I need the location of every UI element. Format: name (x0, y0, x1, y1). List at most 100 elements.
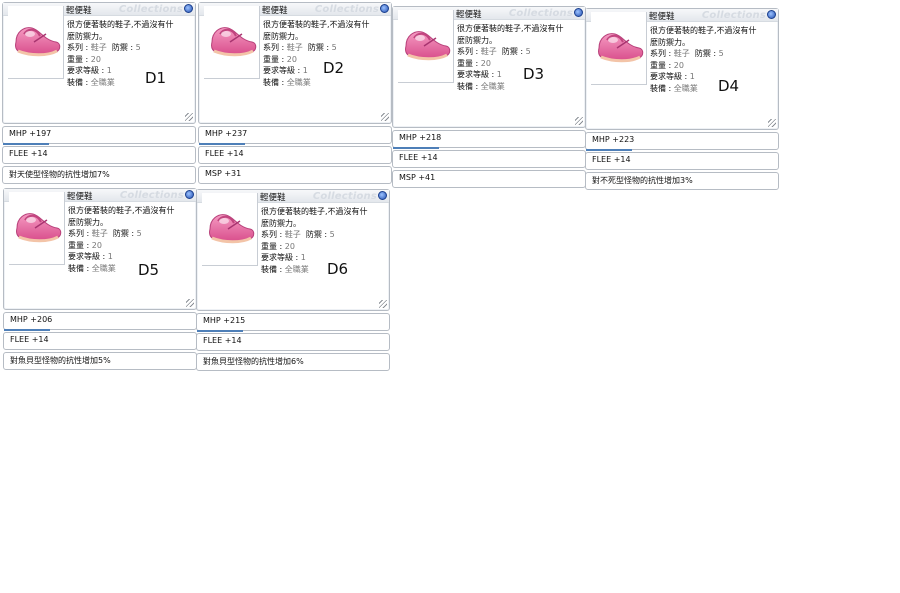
card-tag: D4 (718, 77, 740, 95)
item-card-d3: 輕便鞋 Collections 很方便著裝的鞋子,不過沒有什 麼防禦力。 系列 … (392, 6, 586, 188)
stat-row: MSP +41 (392, 170, 586, 188)
resize-grip-icon[interactable] (381, 113, 389, 121)
item-description: 很方便著裝的鞋子,不過沒有什 麼防禦力。 系列 : 鞋子 防禦 : 5 重量 :… (68, 205, 194, 274)
close-icon[interactable] (185, 190, 194, 199)
level-line: 要求等級 : 1 (457, 70, 502, 79)
item-tooltip-window: 輕便鞋 Collections 很方便著裝的鞋子,不過沒有什 麼防禦力。 系列 … (2, 2, 196, 124)
equip-line: 裝備 : 全職業 (67, 77, 115, 87)
equip-line: 裝備 : 全職業 (263, 77, 311, 87)
desc-line: 麼防禦力。 (68, 217, 108, 227)
card-tag: D1 (145, 69, 167, 87)
item-card-d6: 輕便鞋 Collections 很方便著裝的鞋子,不過沒有什 麼防禦力。 系列 … (196, 189, 390, 371)
close-icon[interactable] (378, 191, 387, 200)
stat-row: MHP +197 (2, 126, 196, 145)
stat-row: 對魚貝型怪物的抗性增加6% (196, 353, 390, 371)
collections-watermark: Collections (701, 10, 766, 21)
collections-watermark: Collections (312, 191, 377, 202)
stat-row: FLEE +14 (3, 332, 197, 350)
stat-row: FLEE +14 (2, 146, 196, 164)
item-name: 輕便鞋 (260, 193, 286, 203)
item-description: 很方便著裝的鞋子,不過沒有什 麼防禦力。 系列 : 鞋子 防禦 : 5 重量 :… (457, 23, 583, 92)
item-image-frame (591, 12, 647, 85)
weight-line: 重量 : 20 (457, 58, 491, 68)
collections-watermark: Collections (118, 4, 183, 15)
series-defense-line: 系列 : 鞋子 防禦 : 5 (650, 49, 724, 58)
stat-row: FLEE +14 (198, 146, 392, 164)
item-name: 輕便鞋 (67, 192, 93, 202)
resize-grip-icon[interactable] (768, 119, 776, 127)
series-defense-line: 系列 : 鞋子 防禦 : 5 (68, 229, 142, 238)
desc-line: 很方便著裝的鞋子,不過沒有什 (457, 24, 564, 33)
item-description: 很方便著裝的鞋子,不過沒有什 麼防禦力。 系列 : 鞋子 防禦 : 5 重量 :… (650, 25, 776, 94)
equip-line: 裝備 : 全職業 (457, 81, 505, 91)
weight-line: 重量 : 20 (261, 241, 295, 251)
equip-line: 裝備 : 全職業 (68, 263, 116, 273)
desc-line: 麼防禦力。 (67, 31, 107, 41)
desc-line: 麼防禦力。 (263, 31, 303, 41)
level-line: 要求等級 : 1 (68, 252, 113, 261)
item-image-frame (9, 192, 65, 265)
shoe-icon (206, 20, 258, 60)
stat-row: 對天使型怪物的抗性增加7% (2, 166, 196, 184)
item-tooltip-window: 輕便鞋 Collections 很方便著裝的鞋子,不過沒有什 麼防禦力。 系列 … (392, 6, 586, 128)
collections-watermark: Collections (119, 190, 184, 201)
shoe-icon (11, 206, 63, 246)
stat-row: 對魚貝型怪物的抗性增加5% (3, 352, 197, 370)
item-tooltip-window: 輕便鞋 Collections 很方便著裝的鞋子,不過沒有什 麼防禦力。 系列 … (198, 2, 392, 124)
item-name: 輕便鞋 (456, 10, 482, 20)
shoe-icon (204, 207, 256, 247)
stat-row: MHP +237 (198, 126, 392, 145)
desc-line: 很方便著裝的鞋子,不過沒有什 (263, 20, 370, 29)
stat-row: FLEE +14 (392, 150, 586, 168)
equip-line: 裝備 : 全職業 (650, 83, 698, 93)
item-tooltip-window: 輕便鞋 Collections 很方便著裝的鞋子,不過沒有什 麼防禦力。 系列 … (196, 189, 390, 311)
stat-row: MHP +218 (392, 130, 586, 149)
desc-line: 麼防禦力。 (457, 35, 497, 45)
card-tag: D2 (323, 59, 345, 77)
card-tag: D5 (138, 261, 160, 279)
desc-line: 很方便著裝的鞋子,不過沒有什 (650, 26, 757, 35)
level-line: 要求等級 : 1 (261, 253, 306, 262)
equip-line: 裝備 : 全職業 (261, 264, 309, 274)
resize-grip-icon[interactable] (185, 113, 193, 121)
item-tooltip-window: 輕便鞋 Collections 很方便著裝的鞋子,不過沒有什 麼防禦力。 系列 … (3, 188, 197, 310)
shoe-icon (10, 20, 62, 60)
stat-row: FLEE +14 (196, 333, 390, 351)
collections-watermark: Collections (508, 8, 573, 19)
collections-watermark: Collections (314, 4, 379, 15)
item-description: 很方便著裝的鞋子,不過沒有什 麼防禦力。 系列 : 鞋子 防禦 : 5 重量 :… (67, 19, 193, 88)
stat-row: 對不死型怪物的抗性增加3% (585, 172, 779, 190)
weight-line: 重量 : 20 (650, 60, 684, 70)
stat-row: MSP +31 (198, 166, 392, 184)
series-defense-line: 系列 : 鞋子 防禦 : 5 (261, 230, 335, 239)
item-name: 輕便鞋 (66, 6, 92, 16)
level-line: 要求等級 : 1 (650, 72, 695, 81)
stat-row: MHP +215 (196, 313, 390, 332)
item-image-frame (8, 6, 64, 79)
resize-grip-icon[interactable] (186, 299, 194, 307)
resize-grip-icon[interactable] (379, 300, 387, 308)
desc-line: 很方便著裝的鞋子,不過沒有什 (68, 206, 175, 215)
item-card-d5: 輕便鞋 Collections 很方便著裝的鞋子,不過沒有什 麼防禦力。 系列 … (3, 188, 197, 370)
resize-grip-icon[interactable] (575, 117, 583, 125)
level-line: 要求等級 : 1 (67, 66, 112, 75)
item-image-frame (398, 10, 454, 83)
item-card-d4: 輕便鞋 Collections 很方便著裝的鞋子,不過沒有什 麼防禦力。 系列 … (585, 8, 779, 190)
close-icon[interactable] (574, 8, 583, 17)
item-card-d2: 輕便鞋 Collections 很方便著裝的鞋子,不過沒有什 麼防禦力。 系列 … (198, 2, 392, 184)
close-icon[interactable] (767, 10, 776, 19)
series-defense-line: 系列 : 鞋子 防禦 : 5 (457, 47, 531, 56)
close-icon[interactable] (184, 4, 193, 13)
desc-line: 麼防禦力。 (261, 218, 301, 228)
shoe-icon (400, 24, 452, 64)
card-tag: D6 (327, 260, 349, 278)
desc-line: 很方便著裝的鞋子,不過沒有什 (67, 20, 174, 29)
item-name: 輕便鞋 (262, 6, 288, 16)
desc-line: 麼防禦力。 (650, 37, 690, 47)
close-icon[interactable] (380, 4, 389, 13)
card-tag: D3 (523, 65, 545, 83)
shoe-icon (593, 26, 645, 66)
series-defense-line: 系列 : 鞋子 防禦 : 5 (263, 43, 337, 52)
weight-line: 重量 : 20 (67, 54, 101, 64)
item-description: 很方便著裝的鞋子,不過沒有什 麼防禦力。 系列 : 鞋子 防禦 : 5 重量 :… (261, 206, 387, 275)
